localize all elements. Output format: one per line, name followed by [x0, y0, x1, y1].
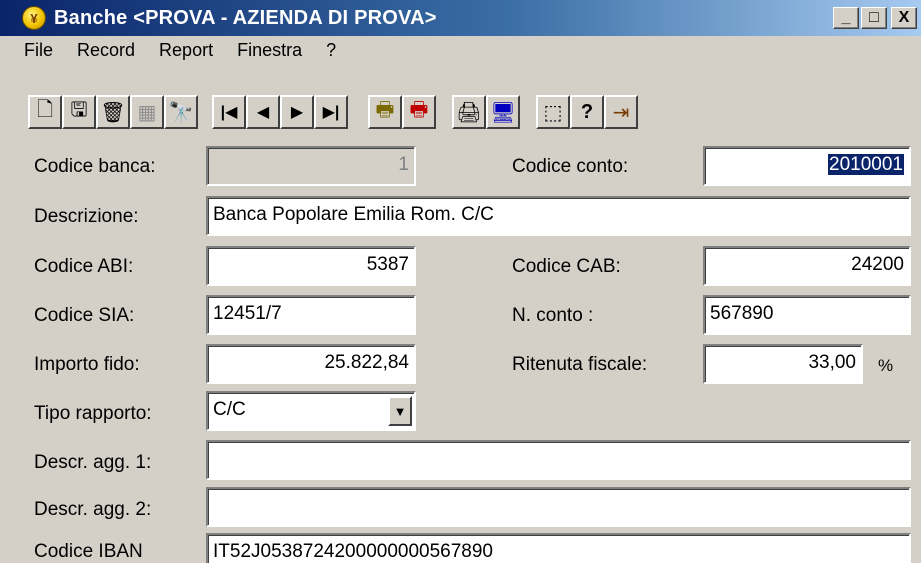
n-conto-label: N. conto : [512, 305, 594, 326]
descrizione-field[interactable]: Banca Popolare Emilia Rom. C/C [206, 196, 911, 236]
save-button[interactable]: 🖫 [62, 95, 96, 129]
ritenuta-fiscale-label: Ritenuta fiscale: [512, 354, 648, 375]
codice-banca-label: Codice banca: [34, 156, 156, 177]
codice-sia-field[interactable]: 12451/7 [206, 295, 416, 335]
next-record-icon: ▶ [290, 104, 304, 121]
title-bar[interactable]: ¥ Banche <PROVA - AZIENDA DI PROVA> _ □ … [0, 0, 921, 36]
disabled-tool-icon: ▦ [137, 101, 157, 124]
menu-bar: File Record Report Finestra ? [0, 36, 921, 64]
codice-iban-field[interactable]: IT52J0538724200000000567890 [206, 533, 911, 563]
codice-abi-value: 5387 [366, 254, 409, 275]
window-title: Banche <PROVA - AZIENDA DI PROVA> [54, 6, 437, 29]
codice-sia-value: 12451/7 [213, 303, 282, 324]
importo-fido-label: Importo fido: [34, 354, 140, 375]
print-preview-icon: 🖶 [375, 99, 395, 121]
new-button[interactable]: 🗋 [28, 95, 62, 129]
menu-file[interactable]: File [24, 40, 53, 61]
exit-button[interactable]: ⇥ [604, 95, 638, 129]
delete-button[interactable]: 🗑 [96, 95, 130, 129]
menu-finestra[interactable]: Finestra [237, 40, 302, 61]
previous-record-icon: ◀ [256, 104, 270, 121]
menu-help[interactable]: ? [326, 40, 336, 61]
close-button[interactable]: X [891, 7, 917, 29]
chevron-down-icon: ▼ [393, 403, 407, 419]
find-button[interactable]: 🔭 [164, 95, 198, 129]
codice-abi-field[interactable]: 5387 [206, 246, 416, 286]
descrizione-value: Banca Popolare Emilia Rom. C/C [213, 204, 494, 225]
codice-cab-field[interactable]: 24200 [703, 246, 911, 286]
codice-conto-label: Codice conto: [512, 156, 629, 177]
codice-conto-value: 2010001 [828, 154, 904, 175]
codice-sia-label: Codice SIA: [34, 305, 135, 326]
first-record-button[interactable]: |◀ [212, 95, 246, 129]
print-report-icon: 🖶 [409, 99, 429, 121]
select-area-icon: ⬚ [543, 101, 563, 124]
minimize-icon: _ [841, 9, 851, 26]
exit-icon: ⇥ [612, 101, 630, 124]
importo-fido-value: 25.822,84 [324, 352, 409, 373]
tipo-rapporto-select[interactable]: C/C ▼ [206, 391, 416, 431]
new-icon: 🗋 [36, 99, 54, 121]
codice-abi-label: Codice ABI: [34, 256, 134, 277]
last-record-icon: ▶| [322, 104, 340, 121]
n-conto-value: 567890 [710, 303, 774, 324]
disabled-tool-button[interactable]: ▦ [130, 95, 164, 129]
help-icon: ? [580, 100, 594, 123]
delete-icon: 🗑 [100, 101, 126, 124]
descr-agg-1-label: Descr. agg. 1: [34, 452, 152, 473]
tipo-rapporto-dropdown-button[interactable]: ▼ [388, 396, 412, 426]
next-record-button[interactable]: ▶ [280, 95, 314, 129]
yen-coin-icon: ¥ [22, 6, 46, 30]
ritenuta-fiscale-value: 33,00 [808, 352, 856, 373]
codice-cab-label: Codice CAB: [512, 256, 621, 277]
codice-conto-field[interactable]: 2010001 [703, 146, 911, 186]
maximize-icon: □ [869, 9, 879, 26]
close-icon: X [898, 9, 910, 26]
printer-icon: 🖨 [456, 101, 482, 124]
maximize-button[interactable]: □ [861, 7, 887, 29]
codice-banca-field: 1 [206, 146, 416, 186]
save-icon: 🖫 [70, 99, 88, 121]
print-report-button[interactable]: 🖶 [402, 95, 436, 129]
descr-agg-2-label: Descr. agg. 2: [34, 499, 152, 520]
previous-record-button[interactable]: ◀ [246, 95, 280, 129]
monitor-button[interactable]: 🖥 [486, 95, 520, 129]
descrizione-label: Descrizione: [34, 206, 139, 227]
descr-agg-2-field[interactable] [206, 487, 911, 527]
print-preview-button[interactable]: 🖶 [368, 95, 402, 129]
descr-agg-1-field[interactable] [206, 440, 911, 480]
codice-banca-value: 1 [398, 154, 409, 175]
codice-iban-label: Codice IBAN [34, 541, 143, 562]
importo-fido-field[interactable]: 25.822,84 [206, 344, 416, 384]
tipo-rapporto-label: Tipo rapporto: [34, 403, 152, 424]
last-record-button[interactable]: ▶| [314, 95, 348, 129]
window-controls: _ □ X [833, 7, 917, 29]
n-conto-field[interactable]: 567890 [703, 295, 911, 335]
tipo-rapporto-value: C/C [213, 399, 246, 420]
first-record-icon: |◀ [220, 104, 238, 121]
percent-unit: % [878, 356, 894, 375]
help-button[interactable]: ? [570, 95, 604, 129]
monitor-icon: 🖥 [490, 101, 516, 124]
codice-cab-value: 24200 [851, 254, 904, 275]
find-icon: 🔭 [168, 101, 194, 124]
codice-iban-value: IT52J0538724200000000567890 [213, 541, 493, 562]
printer-button[interactable]: 🖨 [452, 95, 486, 129]
menu-report[interactable]: Report [159, 40, 213, 61]
minimize-button[interactable]: _ [833, 7, 859, 29]
menu-record[interactable]: Record [77, 40, 135, 61]
ritenuta-fiscale-field[interactable]: 33,00 [703, 344, 863, 384]
select-area-button[interactable]: ⬚ [536, 95, 570, 129]
